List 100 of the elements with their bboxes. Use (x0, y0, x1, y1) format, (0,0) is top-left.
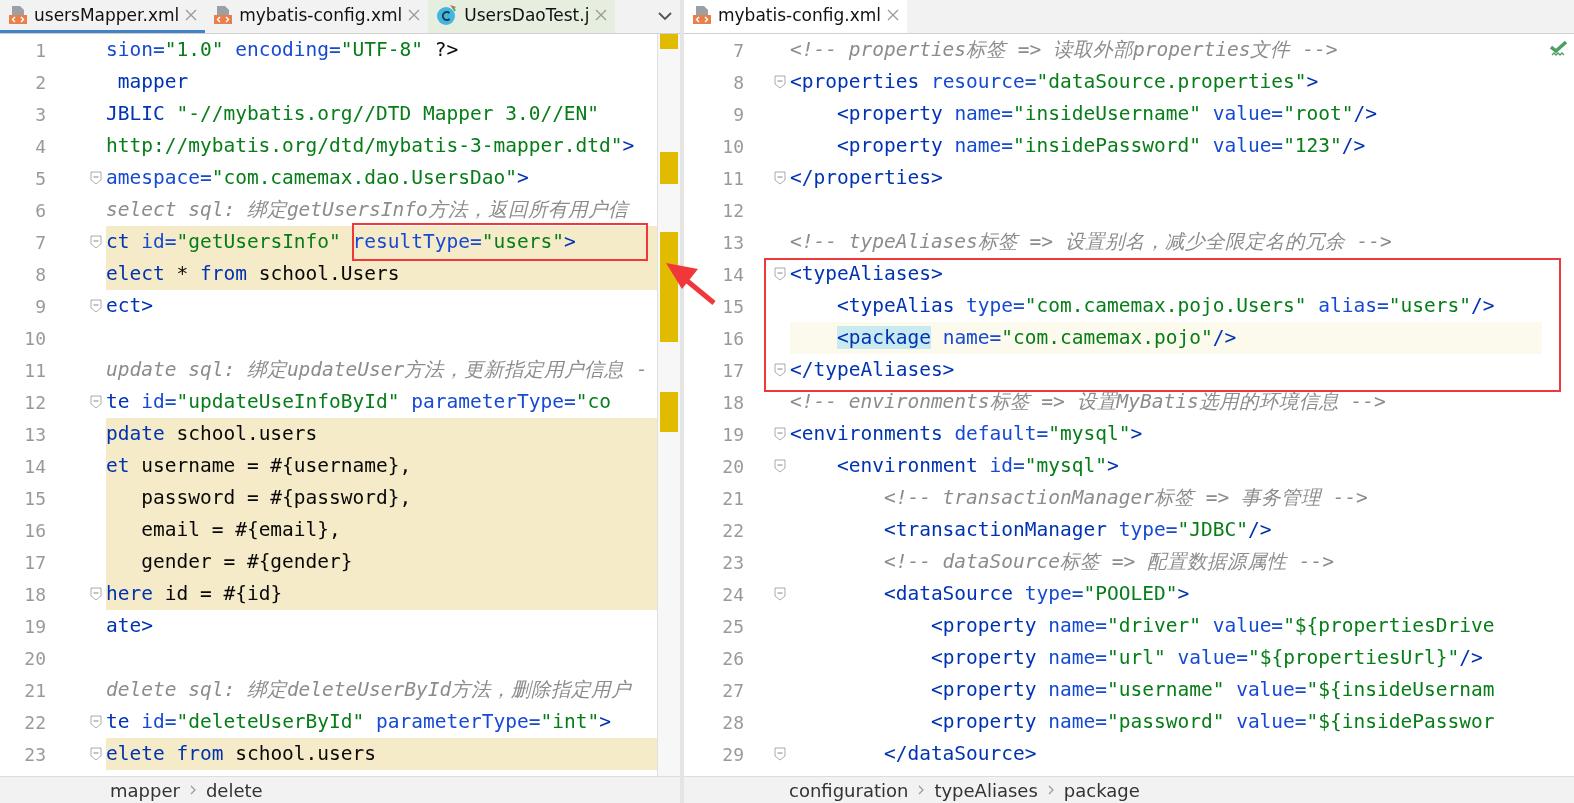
xml-file-icon (8, 5, 28, 25)
line-number: 5 (34, 167, 47, 189)
line-number: 12 (23, 391, 47, 413)
line-number: 14 (721, 263, 745, 285)
editor-tab[interactable]: mybatis-config.xml (684, 0, 907, 33)
line-number: 20 (23, 647, 47, 669)
fold-icon[interactable] (90, 299, 102, 313)
code-line: te id="updateUseInfoById" parameterType="co (106, 389, 612, 415)
code-line: <property name="username" value="${insideUsernam (929, 677, 1496, 703)
code-line: mapper (116, 69, 190, 95)
code-line: <environments default="mysql"> (790, 421, 1144, 447)
code-line: <environment id="mysql"> (835, 453, 1120, 479)
fold-icon[interactable] (90, 395, 102, 409)
close-icon[interactable] (887, 9, 899, 21)
close-icon[interactable] (408, 9, 421, 21)
code-line: te id="deleteUserById" parameterType="int"> (106, 709, 612, 735)
breadcrumb[interactable]: typeAliases (934, 779, 1038, 801)
code-line: <property name="insidePassword" value="123"/> (835, 133, 1367, 159)
annotation-arrow (664, 261, 716, 305)
line-number: 11 (23, 359, 47, 381)
line-number: 22 (23, 711, 47, 733)
line-number: 24 (721, 583, 745, 605)
editor-tab[interactable]: UsersDaoTest.j (428, 0, 616, 33)
fold-icon[interactable] (774, 267, 786, 281)
line-number: 19 (721, 423, 745, 445)
line-number: 28 (721, 711, 745, 733)
xml-file-icon (692, 5, 712, 25)
line-number: 15 (721, 295, 745, 317)
editor-tab[interactable]: mybatis-config.xml (205, 0, 429, 33)
line-number: 26 (721, 647, 745, 669)
fold-icon[interactable] (774, 427, 786, 441)
close-icon[interactable] (595, 9, 608, 21)
fold-icon[interactable] (90, 171, 102, 185)
fold-icon[interactable] (90, 235, 102, 249)
fold-icon[interactable] (90, 747, 102, 761)
line-number: 8 (34, 263, 47, 285)
line-number: 21 (721, 487, 745, 509)
breadcrumb[interactable]: package (1063, 779, 1140, 801)
line-number: 12 (721, 199, 745, 221)
code-line: <!-- dataSource标签 => 配置数据源属性 --> (882, 549, 1335, 575)
line-number: 21 (23, 679, 47, 701)
line-number: 11 (721, 167, 745, 189)
fold-icon[interactable] (90, 715, 102, 729)
scrollbar[interactable] (657, 34, 680, 776)
close-icon[interactable] (185, 9, 198, 21)
code-line: http://mybatis.org/dtd/mybatis-3-mapper.dtd"> (106, 133, 636, 159)
code-line: <properties resource="dataSource.properties"> (790, 69, 1320, 95)
code-line: </dataSource> (882, 741, 1038, 767)
line-number: 9 (732, 103, 745, 125)
line-number: 14 (23, 455, 47, 477)
xml-file-icon (213, 5, 234, 25)
line-number: 20 (721, 455, 745, 477)
breadcrumb[interactable]: configuration (789, 779, 909, 801)
line-number: 6 (34, 199, 47, 221)
code-line: <property name="password" value="${insidePasswor (929, 709, 1496, 735)
chevron-right-icon (1047, 785, 1054, 795)
chevron-right-icon (189, 785, 196, 795)
code-line: <!-- environments标签 => 设置MyBatis选用的环境信息 --> (790, 389, 1387, 415)
breadcrumb[interactable]: delete (205, 779, 263, 801)
chevron-right-icon (918, 785, 925, 795)
code-line: <!-- properties标签 => 读取外部properties文件 --> (790, 37, 1339, 63)
breadcrumb[interactable]: mapper (110, 779, 180, 801)
line-number: 27 (721, 679, 745, 701)
line-number: 7 (732, 39, 745, 61)
line-number: 8 (732, 71, 745, 93)
line-number: 22 (721, 519, 745, 541)
fold-icon[interactable] (774, 747, 786, 761)
line-number: 7 (34, 231, 47, 253)
line-number: 29 (721, 743, 745, 765)
line-number: 23 (23, 743, 47, 765)
code-line: <property name="driver" value="${propertiesDrive (929, 613, 1496, 639)
code-line: ate> (106, 613, 154, 639)
code-line: amespace="com.camemax.dao.UsersDao"> (106, 165, 530, 191)
code-line: <property name="insideUsername" value="root"/> (835, 101, 1379, 127)
line-number: 3 (34, 103, 47, 125)
line-number: 18 (23, 583, 47, 605)
line-number: 17 (23, 551, 47, 573)
line-number: 9 (34, 295, 47, 317)
fold-icon[interactable] (774, 171, 786, 185)
code-line: delete sql: 绑定deleteUserById方法，删除指定用户 (106, 677, 633, 703)
code-line: <typeAlias type="com.camemax.pojo.Users" alias="users"/> (835, 293, 1496, 319)
line-number: 10 (23, 327, 47, 349)
code-line: <transactionManager type="JDBC"/> (882, 517, 1273, 543)
code-line: JBLIC "-//mybatis.org//DTD Mapper 3.0//EN" (106, 101, 601, 127)
fold-icon[interactable] (774, 459, 786, 473)
fold-icon[interactable] (774, 363, 786, 377)
fold-icon[interactable] (90, 587, 102, 601)
fold-icon[interactable] (774, 75, 786, 89)
line-number: 10 (721, 135, 745, 157)
line-number: 17 (721, 359, 745, 381)
line-number: 4 (34, 135, 47, 157)
line-number: 1 (34, 39, 47, 61)
code-line: ect> (106, 293, 154, 319)
code-line: sion="1.0" encoding="UTF-8" ?> (106, 37, 460, 63)
code-line: <property name="url" value="${propertiesUrl}"/> (929, 645, 1484, 671)
fold-icon[interactable] (774, 587, 786, 601)
code-line: <!-- transactionManager标签 => 事务管理 --> (882, 485, 1369, 511)
code-line: update sql: 绑定updateUser方法，更新指定用户信息 - (106, 357, 649, 383)
line-number: 16 (721, 327, 745, 349)
line-number: 13 (721, 231, 745, 253)
